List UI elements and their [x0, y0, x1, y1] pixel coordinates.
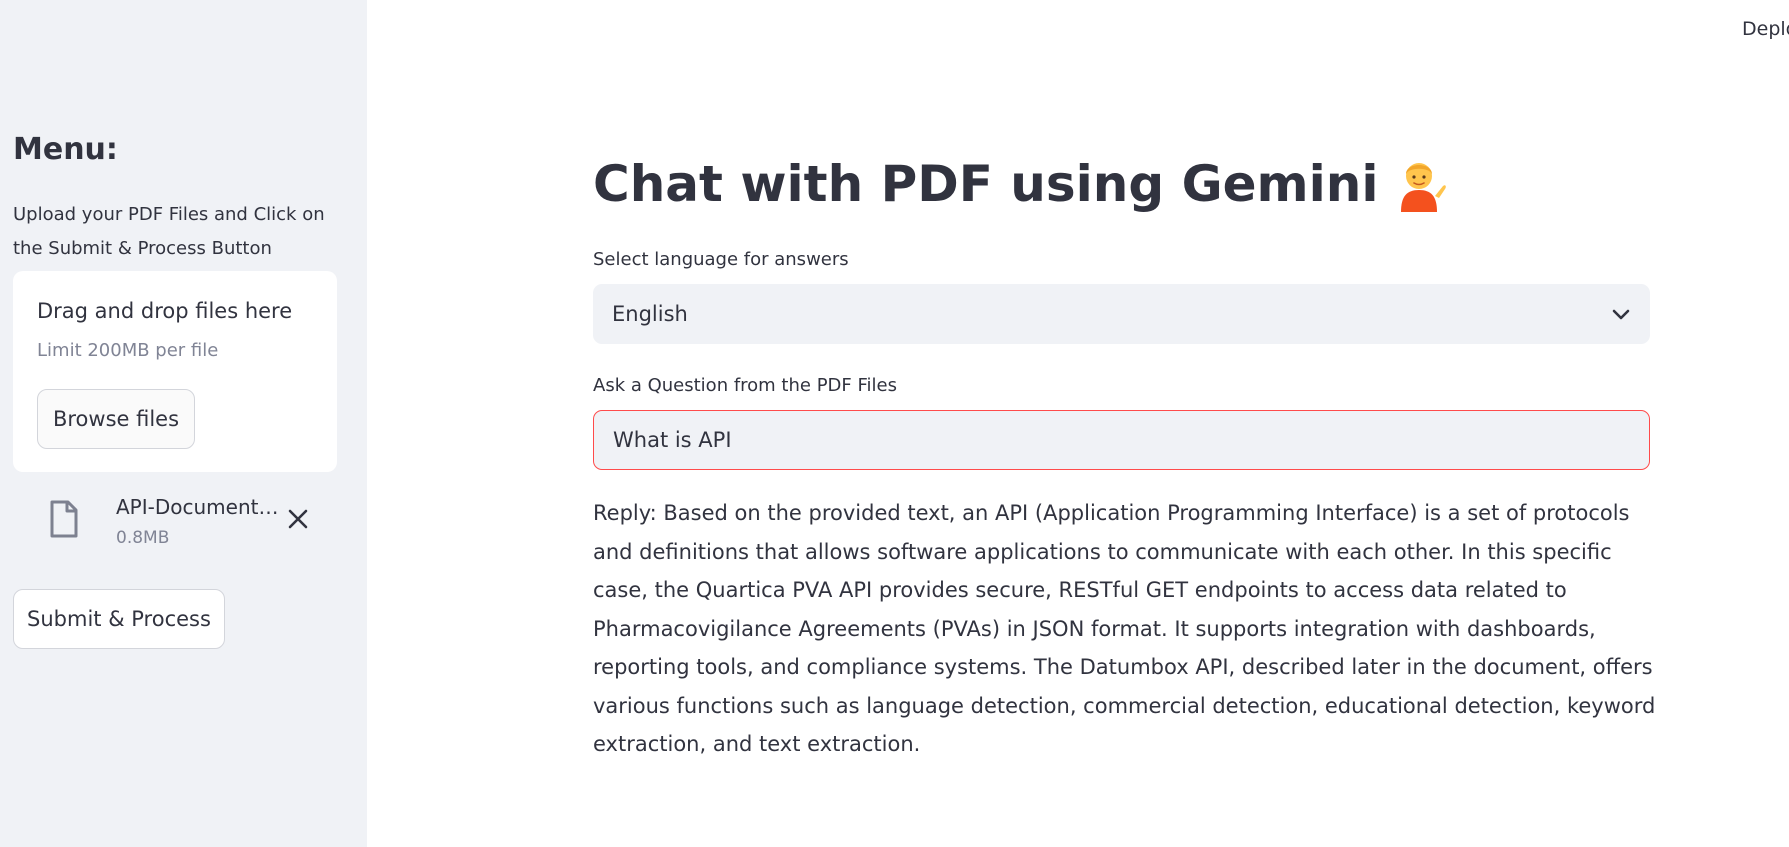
app: Menu: Upload your PDF Files and Click on…: [0, 0, 1789, 847]
sidebar-instructions: Upload your PDF Files and Click on the S…: [13, 204, 325, 259]
reply-text: Reply: Based on the provided text, an AP…: [593, 501, 1656, 756]
submit-process-button[interactable]: Submit & Process: [13, 589, 225, 649]
browse-files-button[interactable]: Browse files: [37, 389, 195, 449]
dropzone-title: Drag and drop files here: [37, 299, 293, 323]
file-size: 0.8MB: [116, 528, 170, 548]
chevron-down-icon: [1610, 303, 1632, 325]
page-title-text: Chat with PDF using Gemini: [593, 155, 1379, 213]
close-icon[interactable]: [283, 504, 313, 534]
question-input[interactable]: [593, 410, 1650, 470]
uploaded-file-item: API-Documentation.pdf 0.8MB: [13, 490, 337, 560]
file-icon: [49, 500, 79, 538]
sidebar-title: Menu:: [13, 132, 118, 167]
page-title: Chat with PDF using Gemini: [593, 155, 1447, 213]
question-input-label: Ask a Question from the PDF Files: [593, 375, 897, 396]
sidebar: Menu: Upload your PDF Files and Click on…: [0, 0, 367, 847]
language-select-label: Select language for answers: [593, 249, 849, 270]
dropzone-limit: Limit 200MB per file: [37, 340, 219, 361]
deploy-button[interactable]: Deploy: [1742, 18, 1789, 40]
language-select-value: English: [612, 302, 688, 326]
person-tipping-hand-icon: [1391, 156, 1447, 212]
language-select[interactable]: English: [593, 284, 1650, 344]
file-name: API-Documentation.pdf: [116, 495, 281, 519]
file-dropzone[interactable]: Drag and drop files here Limit 200MB per…: [13, 271, 337, 472]
